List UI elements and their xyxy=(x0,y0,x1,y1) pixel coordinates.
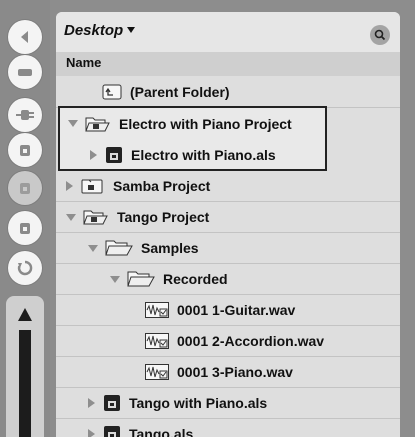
refresh-icon[interactable] xyxy=(8,251,42,285)
expand-open-icon[interactable] xyxy=(110,275,120,283)
project-folder-icon xyxy=(83,208,109,226)
browser-sidebar xyxy=(0,0,50,437)
scrollbar-thumb[interactable] xyxy=(19,330,31,437)
expand-closed-icon[interactable] xyxy=(88,398,95,408)
expand-open-icon[interactable] xyxy=(66,213,76,221)
project-folder-icon xyxy=(85,115,111,133)
column-header-name[interactable]: Name xyxy=(56,52,400,76)
parent-folder-icon xyxy=(102,84,122,100)
list-item-label: Tango.als xyxy=(129,426,194,437)
live-set-icon xyxy=(103,425,121,437)
scroll-up-icon[interactable] xyxy=(18,308,32,321)
list-item-label: Electro with Piano.als xyxy=(131,146,276,163)
file-browser: Desktop Name (Parent Folder) Electro wit… xyxy=(56,12,400,437)
list-item-label: 0001 2-Accordion.wav xyxy=(177,333,325,349)
list-item-label: (Parent Folder) xyxy=(130,84,230,100)
location-chooser[interactable]: Desktop xyxy=(64,22,136,39)
list-item-tango-piano-set[interactable]: Tango with Piano.als xyxy=(56,388,400,419)
place-3-icon[interactable] xyxy=(8,211,42,245)
audio-file-icon xyxy=(145,364,169,380)
expand-closed-icon[interactable] xyxy=(90,149,97,160)
list-item-label: Tango Project xyxy=(117,209,210,225)
list-item-label: Electro with Piano Project xyxy=(119,115,292,132)
search-button[interactable] xyxy=(370,25,390,45)
list-item-label: 0001 1-Guitar.wav xyxy=(177,302,296,318)
search-icon xyxy=(374,29,386,41)
list-item-samples-folder[interactable]: Samples xyxy=(56,233,400,264)
highlight-box: Electro with Piano Project Electro with … xyxy=(58,106,327,171)
place-1-icon[interactable] xyxy=(8,133,42,167)
location-label: Desktop xyxy=(64,22,124,39)
project-folder-icon xyxy=(81,177,105,195)
list-item-label: Samples xyxy=(141,240,199,256)
back-arrow-icon[interactable] xyxy=(8,20,42,54)
folder-open-icon xyxy=(127,270,155,288)
expand-open-icon[interactable] xyxy=(68,120,78,127)
expand-closed-icon[interactable] xyxy=(88,429,95,437)
list-item-samba-project[interactable]: Samba Project xyxy=(56,171,400,202)
list-item-parent-folder[interactable]: (Parent Folder) xyxy=(56,77,400,108)
list-item-recorded-folder[interactable]: Recorded xyxy=(56,264,400,295)
plugin-icon[interactable] xyxy=(8,98,42,132)
audio-file-icon xyxy=(145,302,169,318)
list-item-tango-project[interactable]: Tango Project xyxy=(56,202,400,233)
list-item-label: Recorded xyxy=(163,271,228,287)
list-item-audio-file[interactable]: 0001 1-Guitar.wav xyxy=(56,295,400,326)
list-item-label: Tango with Piano.als xyxy=(129,395,268,411)
list-item-label: 0001 3-Piano.wav xyxy=(177,364,293,380)
chevron-down-icon xyxy=(127,27,136,33)
live-set-icon xyxy=(103,394,121,412)
minimize-icon[interactable] xyxy=(8,55,42,89)
folder-open-icon xyxy=(105,239,133,257)
list-item-electro-project[interactable]: Electro with Piano Project xyxy=(60,108,325,139)
place-2-icon[interactable] xyxy=(8,171,42,205)
list-item-audio-file[interactable]: 0001 3-Piano.wav xyxy=(56,357,400,388)
expand-closed-icon[interactable] xyxy=(66,181,73,191)
expand-open-icon[interactable] xyxy=(88,244,98,252)
live-set-icon xyxy=(105,146,123,164)
audio-file-icon xyxy=(145,333,169,349)
list-item-tango-set[interactable]: Tango.als xyxy=(56,419,400,437)
list-item-audio-file[interactable]: 0001 2-Accordion.wav xyxy=(56,326,400,357)
browser-location-bar: Desktop xyxy=(56,12,400,52)
list-item-label: Samba Project xyxy=(113,178,211,194)
list-item-electro-set[interactable]: Electro with Piano.als xyxy=(60,139,325,170)
